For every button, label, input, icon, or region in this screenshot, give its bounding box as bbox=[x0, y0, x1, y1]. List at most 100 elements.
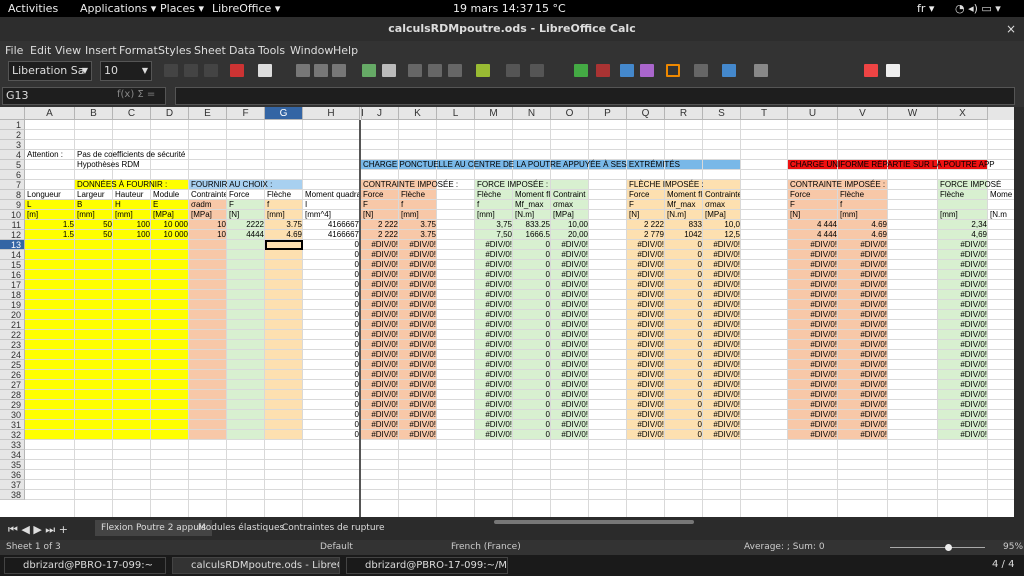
cell-c12[interactable]: 100 bbox=[115, 230, 150, 240]
cell-j12[interactable]: 2 222 bbox=[363, 230, 398, 240]
cell-s31[interactable]: #DIV/0! bbox=[705, 420, 740, 430]
cell-h17[interactable]: 0 bbox=[305, 280, 359, 290]
row-header-10[interactable]: 10 bbox=[0, 210, 25, 220]
formula-icons[interactable]: f(x) Σ = bbox=[117, 89, 155, 100]
border-style-icon[interactable] bbox=[694, 64, 708, 77]
cell-r25[interactable]: 0 bbox=[667, 360, 702, 370]
cell-e9[interactable]: σadm bbox=[191, 200, 226, 210]
cell-o10[interactable]: [MPa] bbox=[553, 210, 588, 220]
formula-input[interactable] bbox=[175, 87, 1015, 105]
cell-o30[interactable]: #DIV/0! bbox=[553, 410, 588, 420]
cell-k21[interactable]: #DIV/0! bbox=[401, 320, 436, 330]
row-header-30[interactable]: 30 bbox=[0, 410, 25, 420]
cell-u30[interactable]: #DIV/0! bbox=[790, 410, 837, 420]
cell-m29[interactable]: #DIV/0! bbox=[477, 400, 512, 410]
cell-n20[interactable]: 0 bbox=[515, 310, 550, 320]
cell-r17[interactable]: 0 bbox=[667, 280, 702, 290]
cell-r32[interactable]: 0 bbox=[667, 430, 702, 440]
cell-n22[interactable]: 0 bbox=[515, 330, 550, 340]
row-header-23[interactable]: 23 bbox=[0, 340, 25, 350]
cell-q20[interactable]: #DIV/0! bbox=[629, 310, 664, 320]
cell-e10[interactable]: [MPa] bbox=[191, 210, 226, 220]
cell-n14[interactable]: 0 bbox=[515, 250, 550, 260]
cell-u17[interactable]: #DIV/0! bbox=[790, 280, 837, 290]
cell-m31[interactable]: #DIV/0! bbox=[477, 420, 512, 430]
row-header-29[interactable]: 29 bbox=[0, 400, 25, 410]
cell-s17[interactable]: #DIV/0! bbox=[705, 280, 740, 290]
cell-s12[interactable]: 12,5 bbox=[705, 230, 740, 240]
cell-j5[interactable]: CHARGE PONCTUELLE AU CENTRE DE LA POUTRE… bbox=[363, 160, 763, 170]
cell-k9[interactable]: f bbox=[401, 200, 436, 210]
code-brackets-icon[interactable] bbox=[886, 64, 900, 77]
cell-b12[interactable]: 50 bbox=[77, 230, 112, 240]
cell-m14[interactable]: #DIV/0! bbox=[477, 250, 512, 260]
cell-o14[interactable]: #DIV/0! bbox=[553, 250, 588, 260]
column-header-c[interactable]: C bbox=[113, 107, 151, 120]
app-menu[interactable]: LibreOffice ▾ bbox=[212, 2, 280, 15]
cell-u19[interactable]: #DIV/0! bbox=[790, 300, 837, 310]
row-header-16[interactable]: 16 bbox=[0, 270, 25, 280]
borders-icon[interactable] bbox=[666, 64, 680, 77]
cell-j25[interactable]: #DIV/0! bbox=[363, 360, 398, 370]
cell-o17[interactable]: #DIV/0! bbox=[553, 280, 588, 290]
menu-edit[interactable]: Edit bbox=[30, 44, 51, 57]
column-header-h[interactable]: H bbox=[303, 107, 360, 120]
cell-o20[interactable]: #DIV/0! bbox=[553, 310, 588, 320]
cell-x31[interactable]: #DIV/0! bbox=[940, 420, 987, 430]
cell-s32[interactable]: #DIV/0! bbox=[705, 430, 740, 440]
cell-c11[interactable]: 100 bbox=[115, 220, 150, 230]
cell-q16[interactable]: #DIV/0! bbox=[629, 270, 664, 280]
cell-h32[interactable]: 0 bbox=[305, 430, 359, 440]
cell-d12[interactable]: 10 000 bbox=[153, 230, 188, 240]
cell-v10[interactable]: [mm] bbox=[840, 210, 887, 220]
cell-o27[interactable]: #DIV/0! bbox=[553, 380, 588, 390]
cell-o18[interactable]: #DIV/0! bbox=[553, 290, 588, 300]
row-header-31[interactable]: 31 bbox=[0, 420, 25, 430]
cell-g9[interactable]: f bbox=[267, 200, 302, 210]
cell-a9[interactable]: L bbox=[27, 200, 74, 210]
cell-o21[interactable]: #DIV/0! bbox=[553, 320, 588, 330]
column-header-u[interactable]: U bbox=[788, 107, 838, 120]
cell-s27[interactable]: #DIV/0! bbox=[705, 380, 740, 390]
cell-m23[interactable]: #DIV/0! bbox=[477, 340, 512, 350]
cell-f12[interactable]: 4444 bbox=[229, 230, 264, 240]
language[interactable]: French (France) bbox=[451, 542, 521, 552]
cell-k16[interactable]: #DIV/0! bbox=[401, 270, 436, 280]
cell-s26[interactable]: #DIV/0! bbox=[705, 370, 740, 380]
cell-o19[interactable]: #DIV/0! bbox=[553, 300, 588, 310]
cell-r13[interactable]: 0 bbox=[667, 240, 702, 250]
cell-m22[interactable]: #DIV/0! bbox=[477, 330, 512, 340]
cell-k13[interactable]: #DIV/0! bbox=[401, 240, 436, 250]
cell-x8[interactable]: Flèche bbox=[940, 190, 987, 200]
cell-j29[interactable]: #DIV/0! bbox=[363, 400, 398, 410]
cell-x32[interactable]: #DIV/0! bbox=[940, 430, 987, 440]
cell-n19[interactable]: 0 bbox=[515, 300, 550, 310]
cell-m21[interactable]: #DIV/0! bbox=[477, 320, 512, 330]
menu-insert[interactable]: Insert bbox=[85, 44, 117, 57]
cell-v32[interactable]: #DIV/0! bbox=[840, 430, 887, 440]
tab-nav-arrows[interactable]: ⏮ ◀ ▶ ⏭ + bbox=[8, 523, 68, 537]
cell-v31[interactable]: #DIV/0! bbox=[840, 420, 887, 430]
cell-n9[interactable]: Mf_max bbox=[515, 200, 550, 210]
cell-k26[interactable]: #DIV/0! bbox=[401, 370, 436, 380]
task-terminal-2[interactable]: dbrizard@PBRO-17-099:~/Miscell... bbox=[346, 557, 508, 574]
cell-j14[interactable]: #DIV/0! bbox=[363, 250, 398, 260]
row-header-38[interactable]: 38 bbox=[0, 490, 25, 500]
row-header-33[interactable]: 33 bbox=[0, 440, 25, 450]
cell-j28[interactable]: #DIV/0! bbox=[363, 390, 398, 400]
cell-o28[interactable]: #DIV/0! bbox=[553, 390, 588, 400]
cell-x26[interactable]: #DIV/0! bbox=[940, 370, 987, 380]
row-header-12[interactable]: 12 bbox=[0, 230, 25, 240]
cell-n30[interactable]: 0 bbox=[515, 410, 550, 420]
cell-r19[interactable]: 0 bbox=[667, 300, 702, 310]
cell-v9[interactable]: f bbox=[840, 200, 887, 210]
cell-q28[interactable]: #DIV/0! bbox=[629, 390, 664, 400]
conditional-format-icon[interactable] bbox=[754, 64, 768, 77]
cell-j11[interactable]: 2 222 bbox=[363, 220, 398, 230]
row-header-21[interactable]: 21 bbox=[0, 320, 25, 330]
language-menu[interactable]: fr ▾ bbox=[917, 2, 934, 15]
cell-x11[interactable]: 2,34 bbox=[940, 220, 987, 230]
cell-a10[interactable]: [m] bbox=[27, 210, 74, 220]
cell-m18[interactable]: #DIV/0! bbox=[477, 290, 512, 300]
cell-u13[interactable]: #DIV/0! bbox=[790, 240, 837, 250]
